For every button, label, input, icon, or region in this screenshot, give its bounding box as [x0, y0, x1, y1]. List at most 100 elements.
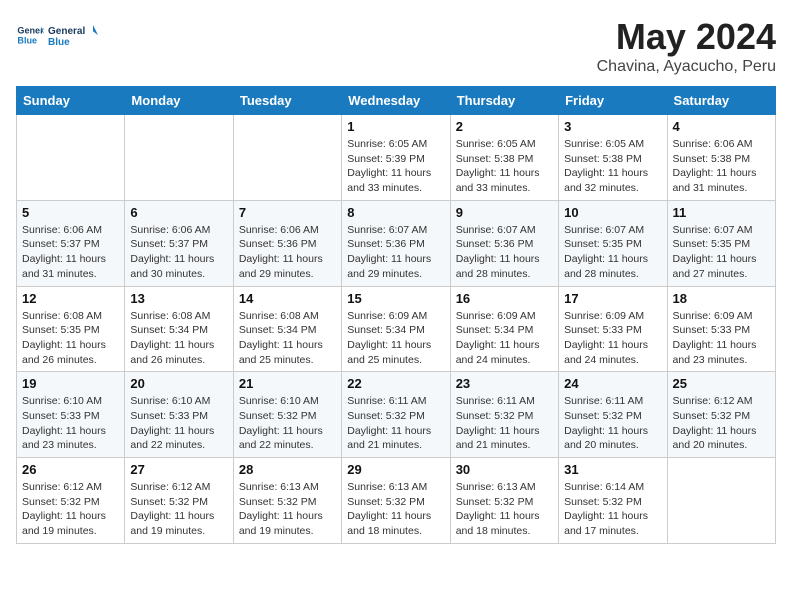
month-title: May 2024 [597, 16, 776, 58]
day-number: 6 [130, 205, 227, 220]
calendar-cell: 7Sunrise: 6:06 AM Sunset: 5:36 PM Daylig… [233, 200, 341, 286]
day-number: 19 [22, 376, 119, 391]
svg-text:Blue: Blue [48, 37, 70, 48]
calendar-cell: 18Sunrise: 6:09 AM Sunset: 5:33 PM Dayli… [667, 286, 775, 372]
calendar-cell: 29 Sunrise: 6:13 AM Sunset: 5:32 PM Dayli… [342, 458, 450, 544]
day-info: Sunrise: 6:12 AM Sunset: 5:32 PM Dayligh… [130, 480, 227, 539]
calendar-cell: 2 Sunrise: 6:05 AM Sunset: 5:38 PM Daylig… [450, 115, 558, 201]
calendar-cell: 23 Sunrise: 6:11 AM Sunset: 5:32 PM Dayli… [450, 372, 558, 458]
day-info: Sunrise: 6:05 AM Sunset: 5:38 PM Dayligh… [456, 137, 553, 196]
calendar-cell: 12 Sunrise: 6:08 AM Sunset: 5:35 PM Dayli… [17, 286, 125, 372]
day-number: 28 [239, 462, 336, 477]
day-number: 23 [456, 376, 553, 391]
day-info: Sunrise: 6:13 AM Sunset: 5:32 PM Dayligh… [239, 480, 336, 539]
calendar-table: SundayMondayTuesdayWednesdayThursdayFrid… [16, 86, 776, 544]
day-info: Sunrise: 6:12 AM Sunset: 5:32 PM Dayligh… [22, 480, 119, 539]
calendar-cell: 6 Sunrise: 6:06 AM Sunset: 5:37 PM Daylig… [125, 200, 233, 286]
calendar-cell: 26 Sunrise: 6:12 AM Sunset: 5:32 PM Dayli… [17, 458, 125, 544]
day-info: Sunrise: 6:05 AM Sunset: 5:39 PM Dayligh… [347, 137, 444, 196]
day-number: 13 [130, 291, 227, 306]
week-row-1: 1 Sunrise: 6:05 AM Sunset: 5:39 PM Daylig… [17, 115, 776, 201]
week-row-5: 26 Sunrise: 6:12 AM Sunset: 5:32 PM Dayli… [17, 458, 776, 544]
calendar-cell [233, 115, 341, 201]
week-row-3: 12 Sunrise: 6:08 AM Sunset: 5:35 PM Dayli… [17, 286, 776, 372]
day-info: Sunrise: 6:13 AM Sunset: 5:32 PM Dayligh… [456, 480, 553, 539]
weekday-header-row: SundayMondayTuesdayWednesdayThursdayFrid… [17, 87, 776, 115]
day-number: 24 [564, 376, 661, 391]
day-info: Sunrise: 6:06 AM Sunset: 5:37 PM Dayligh… [130, 223, 227, 282]
day-info: Sunrise: 6:07 AM Sunset: 5:36 PM Dayligh… [347, 223, 444, 282]
day-info: Sunrise: 6:08 AM Sunset: 5:35 PM Dayligh… [22, 309, 119, 368]
calendar-cell [17, 115, 125, 201]
calendar-cell: 31 Sunrise: 6:14 AM Sunset: 5:32 PM Dayli… [559, 458, 667, 544]
calendar-cell: 21 Sunrise: 6:10 AM Sunset: 5:32 PM Dayli… [233, 372, 341, 458]
day-number: 5 [22, 205, 119, 220]
day-number: 11 [673, 205, 770, 220]
day-number: 12 [22, 291, 119, 306]
day-number: 22 [347, 376, 444, 391]
calendar-cell: 10 Sunrise: 6:07 AM Sunset: 5:35 PM Dayli… [559, 200, 667, 286]
calendar-cell: 24Sunrise: 6:11 AM Sunset: 5:32 PM Dayli… [559, 372, 667, 458]
day-info: Sunrise: 6:12 AM Sunset: 5:32 PM Dayligh… [673, 394, 770, 453]
weekday-tuesday: Tuesday [233, 87, 341, 115]
day-number: 4 [673, 119, 770, 134]
calendar-cell: 25 Sunrise: 6:12 AM Sunset: 5:32 PM Dayli… [667, 372, 775, 458]
day-number: 10 [564, 205, 661, 220]
week-row-2: 5 Sunrise: 6:06 AM Sunset: 5:37 PM Daylig… [17, 200, 776, 286]
day-info: Sunrise: 6:10 AM Sunset: 5:33 PM Dayligh… [22, 394, 119, 453]
day-info: Sunrise: 6:14 AM Sunset: 5:32 PM Dayligh… [564, 480, 661, 539]
day-info: Sunrise: 6:08 AM Sunset: 5:34 PM Dayligh… [239, 309, 336, 368]
calendar-cell: 19 Sunrise: 6:10 AM Sunset: 5:33 PM Dayli… [17, 372, 125, 458]
calendar-cell: 15Sunrise: 6:09 AM Sunset: 5:34 PM Dayli… [342, 286, 450, 372]
calendar-cell [125, 115, 233, 201]
day-info: Sunrise: 6:11 AM Sunset: 5:32 PM Dayligh… [347, 394, 444, 453]
calendar-cell: 22 Sunrise: 6:11 AM Sunset: 5:32 PM Dayli… [342, 372, 450, 458]
title-area: May 2024 Chavina, Ayacucho, Peru [597, 16, 776, 76]
svg-text:General: General [48, 26, 85, 37]
calendar-cell: 13 Sunrise: 6:08 AM Sunset: 5:34 PM Dayli… [125, 286, 233, 372]
calendar-cell: 3Sunrise: 6:05 AM Sunset: 5:38 PM Daylig… [559, 115, 667, 201]
calendar-cell: 17Sunrise: 6:09 AM Sunset: 5:33 PM Dayli… [559, 286, 667, 372]
day-info: Sunrise: 6:06 AM Sunset: 5:38 PM Dayligh… [673, 137, 770, 196]
calendar-cell: 14 Sunrise: 6:08 AM Sunset: 5:34 PM Dayli… [233, 286, 341, 372]
location-subtitle: Chavina, Ayacucho, Peru [597, 58, 776, 76]
day-number: 25 [673, 376, 770, 391]
day-number: 1 [347, 119, 444, 134]
day-info: Sunrise: 6:08 AM Sunset: 5:34 PM Dayligh… [130, 309, 227, 368]
day-info: Sunrise: 6:11 AM Sunset: 5:32 PM Dayligh… [456, 394, 553, 453]
day-info: Sunrise: 6:07 AM Sunset: 5:35 PM Dayligh… [564, 223, 661, 282]
svg-text:Blue: Blue [17, 35, 37, 45]
weekday-wednesday: Wednesday [342, 87, 450, 115]
calendar-body: 1 Sunrise: 6:05 AM Sunset: 5:39 PM Daylig… [17, 115, 776, 544]
day-info: Sunrise: 6:13 AM Sunset: 5:32 PM Dayligh… [347, 480, 444, 539]
calendar-cell: 5 Sunrise: 6:06 AM Sunset: 5:37 PM Daylig… [17, 200, 125, 286]
day-info: Sunrise: 6:07 AM Sunset: 5:36 PM Dayligh… [456, 223, 553, 282]
day-number: 8 [347, 205, 444, 220]
header: General Blue General Blue May 2024 Chavi… [16, 16, 776, 76]
day-number: 29 [347, 462, 444, 477]
day-number: 30 [456, 462, 553, 477]
day-number: 2 [456, 119, 553, 134]
day-info: Sunrise: 6:09 AM Sunset: 5:34 PM Dayligh… [456, 309, 553, 368]
day-number: 14 [239, 291, 336, 306]
day-info: Sunrise: 6:10 AM Sunset: 5:33 PM Dayligh… [130, 394, 227, 453]
day-info: Sunrise: 6:06 AM Sunset: 5:37 PM Dayligh… [22, 223, 119, 282]
calendar-cell: 28 Sunrise: 6:13 AM Sunset: 5:32 PM Dayli… [233, 458, 341, 544]
calendar-cell: 11 Sunrise: 6:07 AM Sunset: 5:35 PM Dayli… [667, 200, 775, 286]
day-number: 20 [130, 376, 227, 391]
logo: General Blue General Blue [16, 16, 98, 54]
day-number: 7 [239, 205, 336, 220]
calendar-cell: 27 Sunrise: 6:12 AM Sunset: 5:32 PM Dayli… [125, 458, 233, 544]
day-number: 26 [22, 462, 119, 477]
day-info: Sunrise: 6:10 AM Sunset: 5:32 PM Dayligh… [239, 394, 336, 453]
day-info: Sunrise: 6:07 AM Sunset: 5:35 PM Dayligh… [673, 223, 770, 282]
logo-svg: General Blue [48, 16, 98, 54]
day-number: 21 [239, 376, 336, 391]
day-number: 27 [130, 462, 227, 477]
calendar-cell: 4 Sunrise: 6:06 AM Sunset: 5:38 PM Daylig… [667, 115, 775, 201]
calendar-cell: 30 Sunrise: 6:13 AM Sunset: 5:32 PM Dayli… [450, 458, 558, 544]
logo-icon: General Blue [16, 21, 44, 49]
day-number: 17 [564, 291, 661, 306]
weekday-friday: Friday [559, 87, 667, 115]
day-number: 31 [564, 462, 661, 477]
